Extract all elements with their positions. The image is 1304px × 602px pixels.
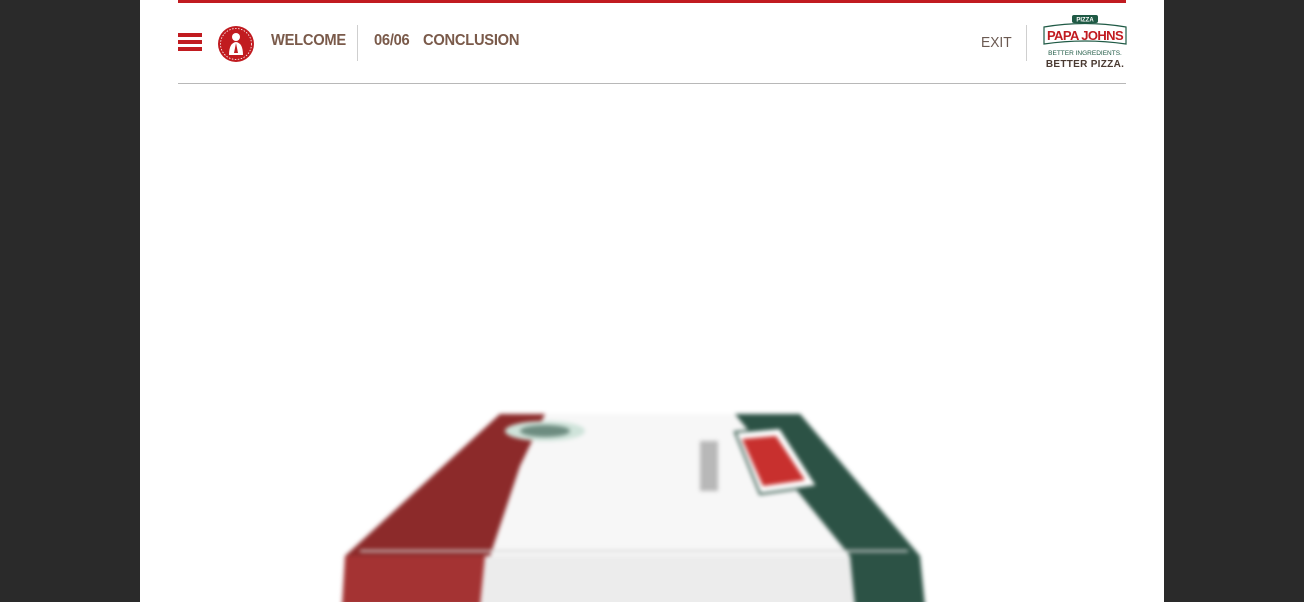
divider: [1026, 25, 1027, 61]
logo-tagline-2: BETTER PIZZA.: [1046, 59, 1124, 70]
logo-top-tag: PIZZA: [1076, 18, 1094, 24]
pizza-box-illustration: [342, 414, 925, 602]
papa-johns-logo: PIZZA PAPA JOHNS BETTER INGREDIENTS. BET…: [1043, 15, 1127, 70]
course-page: WELCOME 06/06 CONCLUSION EXIT PIZZA PAPA…: [140, 0, 1164, 602]
exit-link[interactable]: EXIT: [981, 34, 1012, 51]
welcome-link[interactable]: WELCOME: [271, 32, 346, 50]
content-stage: [140, 84, 1164, 602]
header-bar: WELCOME 06/06 CONCLUSION EXIT PIZZA PAPA…: [178, 3, 1127, 83]
chapter-title: CONCLUSION: [423, 32, 520, 49]
logo-tagline-1: BETTER INGREDIENTS.: [1048, 50, 1122, 57]
divider: [357, 25, 358, 61]
chapter-number: 06/06: [374, 32, 410, 49]
papa-john-badge-icon[interactable]: [217, 25, 255, 63]
menu-icon[interactable]: [178, 33, 202, 53]
logo-brand: PAPA JOHNS: [1047, 28, 1124, 43]
